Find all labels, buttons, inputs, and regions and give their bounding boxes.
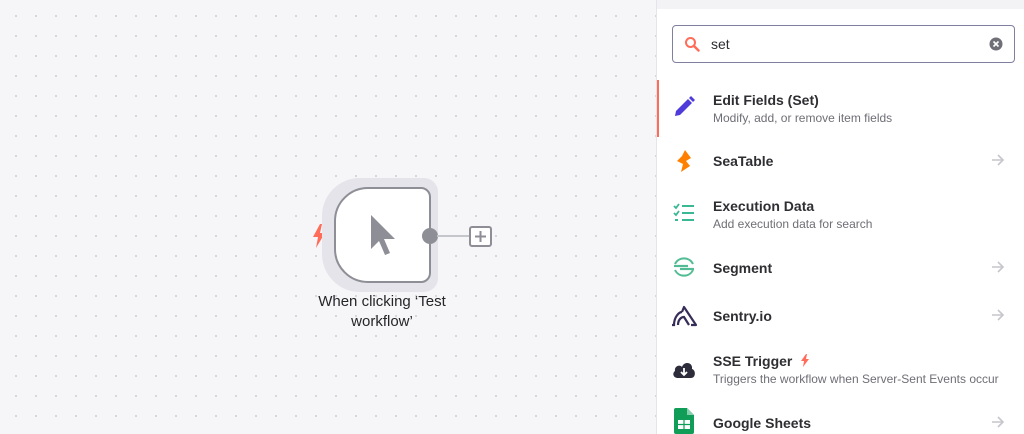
- node-item-name: Segment: [713, 260, 773, 276]
- node-item-title: SSE Trigger: [713, 353, 810, 369]
- node-item-name: SeaTable: [713, 153, 774, 169]
- node-creator-panel: Edit Fields (Set) Modify, add, or remove…: [656, 0, 1024, 434]
- node-item-name: SSE Trigger: [713, 353, 793, 369]
- add-node-button[interactable]: [469, 226, 492, 247]
- checklist-icon: [671, 200, 697, 226]
- search-input[interactable]: [711, 33, 981, 55]
- node-item-execution-data[interactable]: Execution Data Add execution data for se…: [657, 190, 1024, 238]
- node-item-description: Modify, add, or remove item fields: [713, 111, 893, 125]
- node-item-name: Edit Fields (Set): [713, 92, 819, 108]
- workflow-canvas[interactable]: When clicking ‘Test workflow’: [0, 0, 656, 434]
- node-item-sentry[interactable]: Sentry.io: [657, 291, 1024, 339]
- trigger-bolt-icon: [801, 354, 810, 367]
- seatable-icon: [671, 148, 697, 174]
- segment-icon: [671, 254, 697, 280]
- arrow-right-icon: [992, 309, 1005, 321]
- node-item-google-sheets[interactable]: Google Sheets: [657, 398, 1024, 434]
- node-item-description: Add execution data for search: [713, 217, 873, 231]
- cloud-download-icon: [671, 356, 697, 382]
- panel-header-strip: [657, 0, 1024, 9]
- node-item-description: Triggers the workflow when Server-Sent E…: [713, 372, 999, 386]
- node-item-edit-fields[interactable]: Edit Fields (Set) Modify, add, or remove…: [657, 84, 1024, 132]
- node-body[interactable]: [334, 187, 431, 283]
- pencil-icon: [671, 94, 697, 120]
- arrow-right-icon: [992, 416, 1005, 428]
- search-icon: [685, 37, 700, 52]
- node-item-name: Google Sheets: [713, 415, 812, 431]
- arrow-right-icon: [992, 261, 1005, 273]
- node-item-name: Execution Data: [713, 198, 815, 214]
- sentry-icon: [671, 302, 697, 328]
- arrow-right-icon: [992, 154, 1005, 166]
- node-output-handle[interactable]: [422, 228, 438, 244]
- node-item-sse-trigger[interactable]: SSE Trigger Triggers the workflow when S…: [657, 345, 1024, 393]
- node-item-segment[interactable]: Segment: [657, 243, 1024, 291]
- cursor-pointer-icon: [370, 215, 395, 255]
- node-item-name: Sentry.io: [713, 308, 772, 324]
- search-box[interactable]: [672, 25, 1015, 63]
- clear-icon[interactable]: [989, 37, 1003, 51]
- node-label: When clicking ‘Test workflow’: [318, 293, 446, 330]
- connection-line: [437, 235, 470, 237]
- google-sheets-icon: [671, 408, 697, 434]
- node-item-seatable[interactable]: SeaTable: [657, 136, 1024, 184]
- plus-icon: [475, 231, 486, 242]
